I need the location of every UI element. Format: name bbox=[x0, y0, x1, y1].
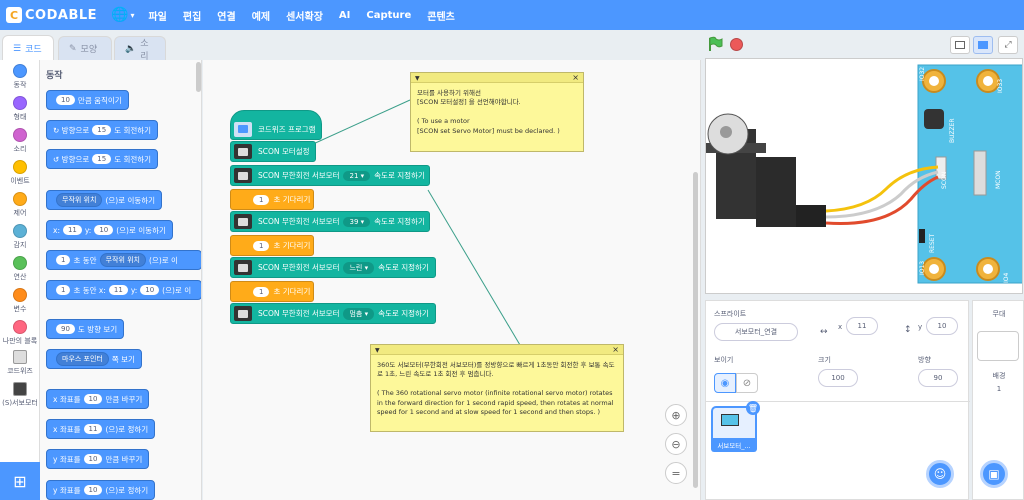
block-servo-speed[interactable]: SCON 무한회전 서보모터 느린 ▾ 속도로 지정하기 bbox=[230, 257, 436, 278]
y-position-field[interactable]: 10 bbox=[926, 317, 958, 335]
block-codewiz-program-hat[interactable]: 코드위즈 프로그램 bbox=[230, 110, 322, 140]
mcon-connector bbox=[973, 150, 987, 196]
block-servo-speed[interactable]: SCON 무한회전 서보모터 21 ▾ 속도로 지정하기 bbox=[230, 165, 430, 186]
direction-label: 방향 bbox=[918, 356, 931, 364]
collapse-icon[interactable]: ▼ bbox=[415, 75, 420, 82]
svg-text:IO13: IO13 bbox=[919, 261, 926, 275]
large-stage-icon bbox=[978, 41, 988, 49]
svg-text:SCON: SCON bbox=[941, 172, 948, 189]
sprite-thumb-image bbox=[721, 414, 739, 426]
small-stage-icon bbox=[955, 41, 965, 49]
stage-panel-title: 무대 bbox=[992, 310, 1006, 318]
note-text: 모터를 사용하기 위해선 [SCON 모터설정] 을 선언해야합니다. ( To… bbox=[417, 89, 560, 135]
show-label: 보이기 bbox=[714, 356, 734, 364]
image-add-icon: ▣ bbox=[988, 467, 1000, 481]
comment-note[interactable]: ▼ × 모터를 사용하기 위해선 [SCON 모터설정] 을 선언해야합니다. (… bbox=[410, 72, 584, 152]
y-arrow-icon: ↕ bbox=[904, 325, 912, 335]
block-servo-speed[interactable]: SCON 무한회전 서보모터 멈춤 ▾ 속도로 지정하기 bbox=[230, 303, 436, 324]
svg-text:IO32: IO32 bbox=[919, 67, 926, 81]
cat-add-icon: ☺ bbox=[933, 467, 947, 481]
zoom-reset-icon: = bbox=[671, 466, 681, 480]
sprite-panel-title: 스프라이트 bbox=[714, 310, 747, 318]
eye-icon: ◉ bbox=[720, 377, 730, 389]
backdrop-thumbnail[interactable] bbox=[977, 331, 1019, 361]
speed-dropdown[interactable]: 21 ▾ bbox=[343, 170, 371, 181]
servo-motor-icon bbox=[234, 306, 252, 321]
green-flag-icon bbox=[709, 36, 723, 51]
fullscreen-icon: ⤢ bbox=[1004, 40, 1012, 50]
speed-dropdown[interactable]: 39 ▾ bbox=[343, 216, 371, 227]
sprite-name-field[interactable]: 서보모터_연결 bbox=[714, 323, 798, 341]
size-field[interactable]: 100 bbox=[818, 369, 858, 387]
stop-button[interactable] bbox=[730, 38, 743, 51]
comment-note[interactable]: ▼ × 360도 서보모터(무한회전 서보모터)를 정방향으로 빠르게 1초동안 … bbox=[370, 344, 624, 432]
small-stage-button[interactable] bbox=[950, 36, 970, 54]
servo-motor-icon bbox=[234, 144, 252, 159]
note-header[interactable]: ▼ × bbox=[411, 73, 583, 83]
servo-motor-icon bbox=[234, 168, 252, 183]
green-flag-button[interactable] bbox=[707, 36, 723, 52]
add-sprite-button[interactable]: ☺ bbox=[926, 460, 954, 488]
zoom-in-icon: ⊕ bbox=[671, 408, 681, 422]
note-text: 360도 서보모터(무한회전 서보모터)를 정방향으로 빠르게 1초동안 회전한… bbox=[377, 361, 615, 417]
block-scon-motor-setup[interactable]: SCON 모터설정 bbox=[230, 141, 316, 162]
size-label: 크기 bbox=[818, 356, 831, 364]
reset-button-on-board bbox=[919, 229, 925, 243]
zoom-out-button[interactable]: ⊖ bbox=[665, 433, 687, 455]
svg-text:RESET: RESET bbox=[929, 233, 936, 253]
eye-slash-icon: ⊘ bbox=[742, 377, 752, 389]
direction-field[interactable]: 90 bbox=[918, 369, 958, 387]
collapse-icon[interactable]: ▼ bbox=[375, 347, 380, 354]
svg-text:MCON: MCON bbox=[995, 170, 1002, 189]
large-stage-button[interactable] bbox=[973, 36, 993, 54]
svg-text:BUZZER: BUZZER bbox=[949, 118, 956, 143]
svg-text:IO4: IO4 bbox=[1003, 273, 1010, 283]
block-wait-seconds[interactable]: 1 초 기다리기 bbox=[230, 281, 314, 302]
stage-sprite-servo-board[interactable]: IO32 IO33 BUZZER SCON MCON RESET IO13 IO… bbox=[706, 59, 1023, 294]
block-wait-seconds[interactable]: 1 초 기다리기 bbox=[230, 189, 314, 210]
block-wait-seconds[interactable]: 1 초 기다리기 bbox=[230, 235, 314, 256]
note-connector-2 bbox=[427, 189, 521, 346]
backdrop-count: 1 bbox=[996, 385, 1002, 393]
x-arrow-icon: ↔ bbox=[820, 327, 828, 337]
zoom-out-icon: ⊖ bbox=[671, 437, 681, 451]
close-icon[interactable]: × bbox=[572, 73, 579, 82]
servo-motor-icon bbox=[234, 214, 252, 229]
stage[interactable]: IO32 IO33 BUZZER SCON MCON RESET IO13 IO… bbox=[705, 58, 1023, 294]
close-icon[interactable]: × bbox=[612, 345, 619, 354]
fullscreen-button[interactable]: ⤢ bbox=[998, 36, 1018, 54]
x-label: x bbox=[838, 323, 843, 331]
note-header[interactable]: ▼ × bbox=[371, 345, 623, 355]
zoom-in-button[interactable]: ⊕ bbox=[665, 404, 687, 426]
svg-text:IO33: IO33 bbox=[997, 79, 1004, 93]
speed-dropdown[interactable]: 멈춤 ▾ bbox=[343, 307, 375, 320]
zoom-reset-button[interactable]: = bbox=[665, 462, 687, 484]
servo-motor-icon bbox=[234, 260, 252, 275]
buzzer bbox=[924, 109, 944, 129]
add-backdrop-button[interactable]: ▣ bbox=[980, 460, 1008, 488]
divider bbox=[706, 401, 970, 402]
sprite-thumb-label: 서보모터_... bbox=[711, 438, 757, 452]
y-label: y bbox=[918, 323, 923, 331]
delete-sprite-button[interactable]: 🗑 bbox=[746, 401, 760, 415]
codewiz-board-icon bbox=[234, 121, 252, 137]
block-servo-speed[interactable]: SCON 무한회전 서보모터 39 ▾ 속도로 지정하기 bbox=[230, 211, 430, 232]
x-position-field[interactable]: 11 bbox=[846, 317, 878, 335]
trash-icon: 🗑 bbox=[747, 403, 759, 413]
show-sprite-button[interactable]: ◉ bbox=[714, 373, 736, 393]
speed-dropdown[interactable]: 느린 ▾ bbox=[343, 261, 375, 274]
backdrop-label: 배경 bbox=[992, 372, 1006, 380]
servo-body-front bbox=[756, 157, 796, 227]
hide-sprite-button[interactable]: ⊘ bbox=[736, 373, 758, 393]
